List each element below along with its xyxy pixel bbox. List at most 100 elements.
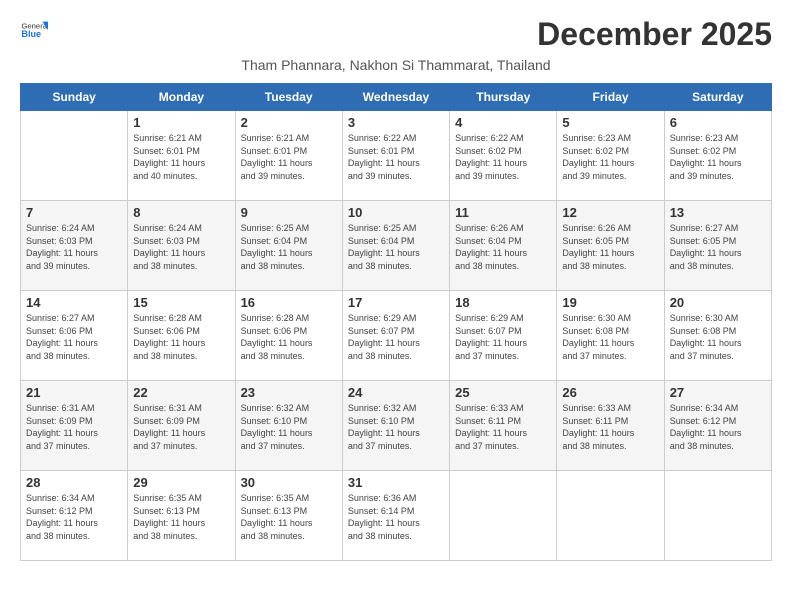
day-number: 8 xyxy=(133,205,229,220)
calendar-cell: 6Sunrise: 6:23 AM Sunset: 6:02 PM Daylig… xyxy=(664,111,771,201)
day-info: Sunrise: 6:29 AM Sunset: 6:07 PM Dayligh… xyxy=(348,312,444,362)
calendar-cell: 5Sunrise: 6:23 AM Sunset: 6:02 PM Daylig… xyxy=(557,111,664,201)
day-number: 14 xyxy=(26,295,122,310)
calendar-cell: 7 Sunrise: 6:24 AM Sunset: 6:03 PM Daylig… xyxy=(21,201,128,291)
logo: General Blue xyxy=(20,16,48,44)
day-number: 27 xyxy=(670,385,766,400)
calendar-cell xyxy=(664,471,771,561)
calendar-cell: 11 Sunrise: 6:26 AM Sunset: 6:04 PM Dayli… xyxy=(450,201,557,291)
svg-text:Blue: Blue xyxy=(21,29,41,39)
day-number: 24 xyxy=(348,385,444,400)
weekday-header-thursday: Thursday xyxy=(450,84,557,111)
day-info: Sunrise: 6:32 AM Sunset: 6:10 PM Dayligh… xyxy=(348,402,444,452)
day-info: Sunrise: 6:28 AM Sunset: 6:06 PM Dayligh… xyxy=(133,312,229,362)
day-number: 12 xyxy=(562,205,658,220)
calendar-cell: 9 Sunrise: 6:25 AM Sunset: 6:04 PM Daylig… xyxy=(235,201,342,291)
day-info: Sunrise: 6:26 AM Sunset: 6:05 PM Dayligh… xyxy=(562,222,658,272)
calendar-cell: 20Sunrise: 6:30 AM Sunset: 6:08 PM Dayli… xyxy=(664,291,771,381)
day-info: Sunrise: 6:34 AM Sunset: 6:12 PM Dayligh… xyxy=(670,402,766,452)
day-number: 10 xyxy=(348,205,444,220)
day-number: 19 xyxy=(562,295,658,310)
page-header: General Blue December 2025 xyxy=(20,16,772,53)
calendar-cell: 10 Sunrise: 6:25 AM Sunset: 6:04 PM Dayli… xyxy=(342,201,449,291)
day-info: Sunrise: 6:24 AM Sunset: 6:03 PM Dayligh… xyxy=(26,222,122,272)
calendar-table: SundayMondayTuesdayWednesdayThursdayFrid… xyxy=(20,83,772,561)
day-info: Sunrise: 6:24 AM Sunset: 6:03 PM Dayligh… xyxy=(133,222,229,272)
weekday-header-friday: Friday xyxy=(557,84,664,111)
day-number: 3 xyxy=(348,115,444,130)
day-info: Sunrise: 6:25 AM Sunset: 6:04 PM Dayligh… xyxy=(241,222,337,272)
day-info: Sunrise: 6:30 AM Sunset: 6:08 PM Dayligh… xyxy=(562,312,658,362)
day-info: Sunrise: 6:21 AM Sunset: 6:01 PM Dayligh… xyxy=(133,132,229,182)
calendar-cell: 30 Sunrise: 6:35 AM Sunset: 6:13 PM Dayli… xyxy=(235,471,342,561)
day-number: 29 xyxy=(133,475,229,490)
day-info: Sunrise: 6:33 AM Sunset: 6:11 PM Dayligh… xyxy=(455,402,551,452)
day-number: 1 xyxy=(133,115,229,130)
day-number: 7 xyxy=(26,205,122,220)
day-number: 17 xyxy=(348,295,444,310)
calendar-cell: 16 Sunrise: 6:28 AM Sunset: 6:06 PM Dayli… xyxy=(235,291,342,381)
day-info: Sunrise: 6:22 AM Sunset: 6:01 PM Dayligh… xyxy=(348,132,444,182)
calendar-cell: 28 Sunrise: 6:34 AM Sunset: 6:12 PM Dayli… xyxy=(21,471,128,561)
calendar-cell: 22 Sunrise: 6:31 AM Sunset: 6:09 PM Dayli… xyxy=(128,381,235,471)
weekday-header-wednesday: Wednesday xyxy=(342,84,449,111)
day-info: Sunrise: 6:27 AM Sunset: 6:06 PM Dayligh… xyxy=(26,312,122,362)
month-title: December 2025 xyxy=(537,16,772,53)
weekday-header-monday: Monday xyxy=(128,84,235,111)
day-number: 13 xyxy=(670,205,766,220)
calendar-cell: 13 Sunrise: 6:27 AM Sunset: 6:05 PM Dayli… xyxy=(664,201,771,291)
day-number: 16 xyxy=(241,295,337,310)
day-number: 4 xyxy=(455,115,551,130)
day-info: Sunrise: 6:30 AM Sunset: 6:08 PM Dayligh… xyxy=(670,312,766,362)
calendar-cell: 23Sunrise: 6:32 AM Sunset: 6:10 PM Dayli… xyxy=(235,381,342,471)
day-info: Sunrise: 6:33 AM Sunset: 6:11 PM Dayligh… xyxy=(562,402,658,452)
calendar-cell: 25 Sunrise: 6:33 AM Sunset: 6:11 PM Dayli… xyxy=(450,381,557,471)
day-info: Sunrise: 6:21 AM Sunset: 6:01 PM Dayligh… xyxy=(241,132,337,182)
day-number: 15 xyxy=(133,295,229,310)
day-info: Sunrise: 6:22 AM Sunset: 6:02 PM Dayligh… xyxy=(455,132,551,182)
weekday-header-tuesday: Tuesday xyxy=(235,84,342,111)
day-number: 26 xyxy=(562,385,658,400)
day-info: Sunrise: 6:32 AM Sunset: 6:10 PM Dayligh… xyxy=(241,402,337,452)
calendar-cell: 8 Sunrise: 6:24 AM Sunset: 6:03 PM Daylig… xyxy=(128,201,235,291)
day-number: 30 xyxy=(241,475,337,490)
calendar-cell: 18 Sunrise: 6:29 AM Sunset: 6:07 PM Dayli… xyxy=(450,291,557,381)
day-number: 18 xyxy=(455,295,551,310)
day-info: Sunrise: 6:31 AM Sunset: 6:09 PM Dayligh… xyxy=(133,402,229,452)
calendar-cell: 21 Sunrise: 6:31 AM Sunset: 6:09 PM Dayli… xyxy=(21,381,128,471)
logo-icon: General Blue xyxy=(20,16,48,44)
calendar-cell: 15 Sunrise: 6:28 AM Sunset: 6:06 PM Dayli… xyxy=(128,291,235,381)
calendar-cell: 31Sunrise: 6:36 AM Sunset: 6:14 PM Dayli… xyxy=(342,471,449,561)
day-number: 21 xyxy=(26,385,122,400)
day-info: Sunrise: 6:27 AM Sunset: 6:05 PM Dayligh… xyxy=(670,222,766,272)
calendar-cell: 19 Sunrise: 6:30 AM Sunset: 6:08 PM Dayli… xyxy=(557,291,664,381)
subtitle: Tham Phannara, Nakhon Si Thammarat, Thai… xyxy=(20,57,772,73)
day-number: 22 xyxy=(133,385,229,400)
calendar-cell: 3 Sunrise: 6:22 AM Sunset: 6:01 PM Daylig… xyxy=(342,111,449,201)
calendar-cell: 17 Sunrise: 6:29 AM Sunset: 6:07 PM Dayli… xyxy=(342,291,449,381)
calendar-cell xyxy=(450,471,557,561)
calendar-cell: 29Sunrise: 6:35 AM Sunset: 6:13 PM Dayli… xyxy=(128,471,235,561)
day-info: Sunrise: 6:23 AM Sunset: 6:02 PM Dayligh… xyxy=(670,132,766,182)
weekday-header-sunday: Sunday xyxy=(21,84,128,111)
day-number: 31 xyxy=(348,475,444,490)
day-info: Sunrise: 6:35 AM Sunset: 6:13 PM Dayligh… xyxy=(241,492,337,542)
weekday-header-saturday: Saturday xyxy=(664,84,771,111)
day-info: Sunrise: 6:26 AM Sunset: 6:04 PM Dayligh… xyxy=(455,222,551,272)
day-number: 28 xyxy=(26,475,122,490)
day-info: Sunrise: 6:34 AM Sunset: 6:12 PM Dayligh… xyxy=(26,492,122,542)
calendar-cell xyxy=(21,111,128,201)
calendar-cell: 4 Sunrise: 6:22 AM Sunset: 6:02 PM Daylig… xyxy=(450,111,557,201)
calendar-cell: 2 Sunrise: 6:21 AM Sunset: 6:01 PM Daylig… xyxy=(235,111,342,201)
calendar-cell: 14 Sunrise: 6:27 AM Sunset: 6:06 PM Dayli… xyxy=(21,291,128,381)
day-info: Sunrise: 6:29 AM Sunset: 6:07 PM Dayligh… xyxy=(455,312,551,362)
day-info: Sunrise: 6:25 AM Sunset: 6:04 PM Dayligh… xyxy=(348,222,444,272)
day-info: Sunrise: 6:28 AM Sunset: 6:06 PM Dayligh… xyxy=(241,312,337,362)
calendar-cell: 12 Sunrise: 6:26 AM Sunset: 6:05 PM Dayli… xyxy=(557,201,664,291)
calendar-cell: 24 Sunrise: 6:32 AM Sunset: 6:10 PM Dayli… xyxy=(342,381,449,471)
day-number: 11 xyxy=(455,205,551,220)
day-number: 9 xyxy=(241,205,337,220)
day-info: Sunrise: 6:31 AM Sunset: 6:09 PM Dayligh… xyxy=(26,402,122,452)
day-number: 2 xyxy=(241,115,337,130)
day-number: 25 xyxy=(455,385,551,400)
